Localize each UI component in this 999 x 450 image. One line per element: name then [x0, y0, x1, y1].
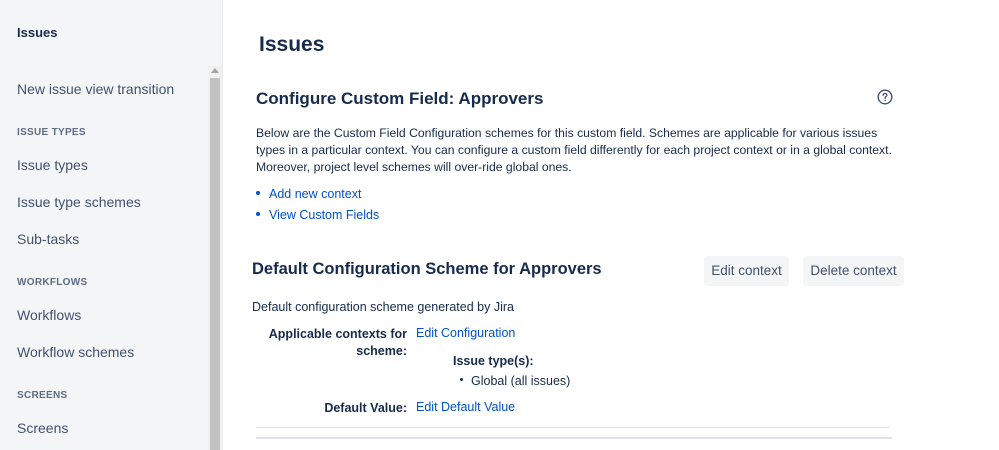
- scroll-up-arrow-icon[interactable]: [211, 68, 219, 73]
- issue-type-list-item: Global (all issues): [460, 374, 570, 388]
- applicable-contexts-label: Applicable contexts for scheme:: [268, 327, 407, 358]
- sidebar-item-issue-type-schemes[interactable]: Issue type schemes: [17, 194, 141, 210]
- default-value-label: Default Value:: [324, 401, 407, 415]
- sidebar-item-issue-types[interactable]: Issue types: [17, 157, 88, 173]
- edit-default-value-link[interactable]: Edit Default Value: [416, 400, 515, 414]
- bullet: [256, 211, 260, 216]
- sidebar-section-screens: SCREENS: [17, 390, 68, 401]
- sidebar-item-workflows[interactable]: Workflows: [17, 307, 81, 323]
- scrollbar-thumb[interactable]: [210, 78, 220, 450]
- link-row-view-custom-fields: View Custom Fields: [256, 208, 379, 222]
- edit-context-button[interactable]: Edit context: [704, 256, 789, 286]
- delete-context-button[interactable]: Delete context: [803, 256, 904, 286]
- issue-types-label: Issue type(s):: [453, 354, 534, 368]
- section-title: Configure Custom Field: Approvers: [256, 89, 544, 108]
- view-custom-fields-link[interactable]: View Custom Fields: [269, 208, 379, 222]
- sidebar-item-sub-tasks[interactable]: Sub-tasks: [17, 231, 79, 247]
- divider: [256, 427, 890, 428]
- add-new-context-link[interactable]: Add new context: [269, 187, 361, 201]
- scheme-description: Default configuration scheme generated b…: [252, 300, 514, 314]
- link-row-add-context: Add new context: [256, 187, 361, 201]
- sidebar-section-issue-types: ISSUE TYPES: [17, 127, 86, 138]
- question-circle-icon[interactable]: [877, 89, 893, 105]
- sidebar-section-workflows: WORKFLOWS: [17, 277, 88, 288]
- sidebar-item-screens[interactable]: Screens: [17, 420, 68, 436]
- app-root: Issues New issue view transition ISSUE T…: [0, 0, 999, 450]
- divider: [256, 437, 892, 439]
- sidebar-header: Issues: [17, 25, 58, 40]
- issue-type-value: Global (all issues): [471, 374, 571, 388]
- sidebar-scrollbar[interactable]: [208, 66, 222, 450]
- bullet: [256, 190, 260, 195]
- bullet: [460, 378, 463, 382]
- field-description: Below are the Custom Field Configuration…: [256, 126, 892, 174]
- sidebar-item-new-issue-view-transition[interactable]: New issue view transition: [17, 81, 174, 97]
- sidebar: Issues New issue view transition ISSUE T…: [0, 0, 223, 450]
- scheme-title: Default Configuration Scheme for Approve…: [252, 260, 602, 278]
- edit-configuration-link[interactable]: Edit Configuration: [416, 326, 515, 340]
- page-title: Issues: [259, 33, 325, 56]
- sidebar-item-workflow-schemes[interactable]: Workflow schemes: [17, 344, 134, 360]
